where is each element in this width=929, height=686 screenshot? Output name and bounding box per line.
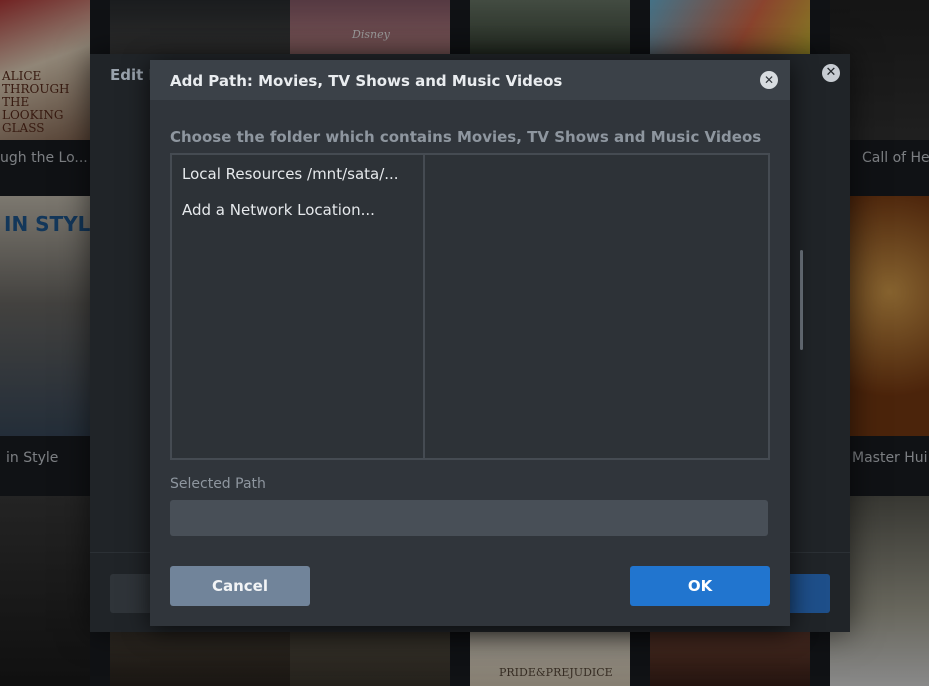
browser-item-local-resources[interactable]: Local Resources /mnt/sata/... [182,165,399,183]
edit-dialog-scrollbar[interactable] [800,250,803,350]
ok-button[interactable]: OK [630,566,770,606]
modal-title: Add Path: Movies, TV Shows and Music Vid… [170,72,563,90]
folder-browser: Local Resources /mnt/sata/... Add a Netw… [170,153,770,460]
browser-item-add-network-location[interactable]: Add a Network Location... [182,201,375,219]
folder-browser-source-list: Local Resources /mnt/sata/... Add a Netw… [172,155,425,458]
cancel-button[interactable]: Cancel [170,566,310,606]
edit-dialog-close-icon[interactable]: ✕ [822,64,840,82]
close-icon[interactable]: ✕ [760,71,778,89]
add-path-modal: Add Path: Movies, TV Shows and Music Vid… [150,60,790,626]
selected-path-label: Selected Path [170,476,266,492]
folder-instruction: Choose the folder which contains Movies,… [170,128,762,146]
folder-browser-contents-pane[interactable] [425,155,768,458]
selected-path-input[interactable] [170,500,768,536]
modal-header: Add Path: Movies, TV Shows and Music Vid… [150,60,790,100]
